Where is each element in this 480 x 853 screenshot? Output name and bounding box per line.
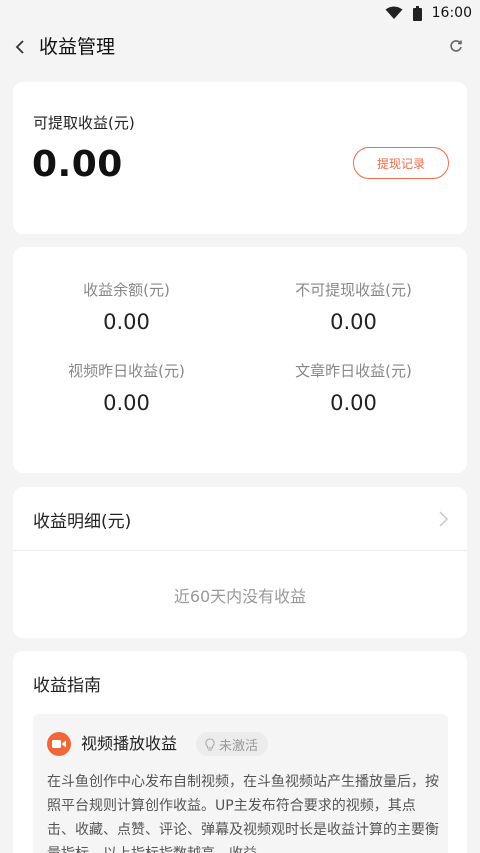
- status-icons: 16:00: [385, 4, 472, 22]
- guide-title: 收益指南: [33, 676, 101, 696]
- empty-state-text: 近60天内没有收益: [173, 587, 307, 606]
- stat-label: 视频昨日收益(元): [68, 362, 185, 380]
- stat-label: 不可提现收益(元): [295, 281, 412, 299]
- stat-label: 收益余额(元): [83, 281, 170, 299]
- status-badge-label: 未激活: [219, 738, 259, 754]
- wifi-icon: [385, 6, 403, 19]
- guide-item-description: 在斗鱼创作中心发布自制视频，在斗鱼视频站产生播放量后，按照平台规则计算创作收益。…: [47, 774, 439, 853]
- withdrawable-label: 可提取收益(元): [33, 114, 135, 132]
- stat-value: 0.00: [103, 391, 150, 415]
- bulb-icon: [205, 737, 215, 751]
- app-bar: 收益管理: [0, 26, 480, 68]
- stats-card: 收益余额(元) 0.00 不可提现收益(元) 0.00 视频昨日收益(元) 0.…: [13, 247, 467, 473]
- stat-article-yesterday: 文章昨日收益(元) 0.00: [240, 360, 467, 415]
- status-badge: 未激活: [196, 732, 269, 756]
- stat-video-yesterday: 视频昨日收益(元) 0.00: [13, 360, 240, 415]
- guide-item[interactable]: 视频播放收益 未激活 在斗鱼创作中心发布自制视频，在斗鱼视频站产生播放量后，按照…: [33, 714, 448, 853]
- withdrawable-card: 可提取收益(元) 0.00 提现记录: [13, 82, 467, 234]
- refresh-button[interactable]: [446, 36, 466, 56]
- divider: [13, 550, 467, 551]
- stat-label: 文章昨日收益(元): [295, 362, 412, 380]
- detail-title[interactable]: 收益明细(元): [33, 507, 131, 532]
- status-time: 16:00: [431, 5, 472, 21]
- battery-icon: [412, 5, 422, 21]
- guide-item-title: 视频播放收益: [81, 734, 178, 753]
- detail-card: 收益明细(元) 近60天内没有收益: [13, 487, 467, 638]
- stat-balance: 收益余额(元) 0.00: [13, 279, 240, 334]
- stat-non-withdrawable: 不可提现收益(元) 0.00: [240, 279, 467, 334]
- stat-value: 0.00: [103, 310, 150, 334]
- withdraw-record-button[interactable]: 提现记录: [353, 147, 449, 179]
- stat-value: 0.00: [330, 310, 377, 334]
- chevron-right-icon[interactable]: [435, 509, 451, 529]
- guide-card: 收益指南 视频播放收益 未激活 在斗鱼创作中心发布自制视频，在斗鱼视频站产生播放…: [13, 651, 467, 853]
- stat-value: 0.00: [330, 391, 377, 415]
- status-bar: 16:00: [0, 0, 480, 26]
- video-camera-icon: [47, 732, 71, 756]
- refresh-icon: [450, 40, 462, 52]
- back-button[interactable]: [8, 34, 32, 60]
- chevron-left-icon: [15, 40, 24, 54]
- page-title: 收益管理: [39, 36, 116, 58]
- withdrawable-amount: 0.00: [32, 144, 123, 185]
